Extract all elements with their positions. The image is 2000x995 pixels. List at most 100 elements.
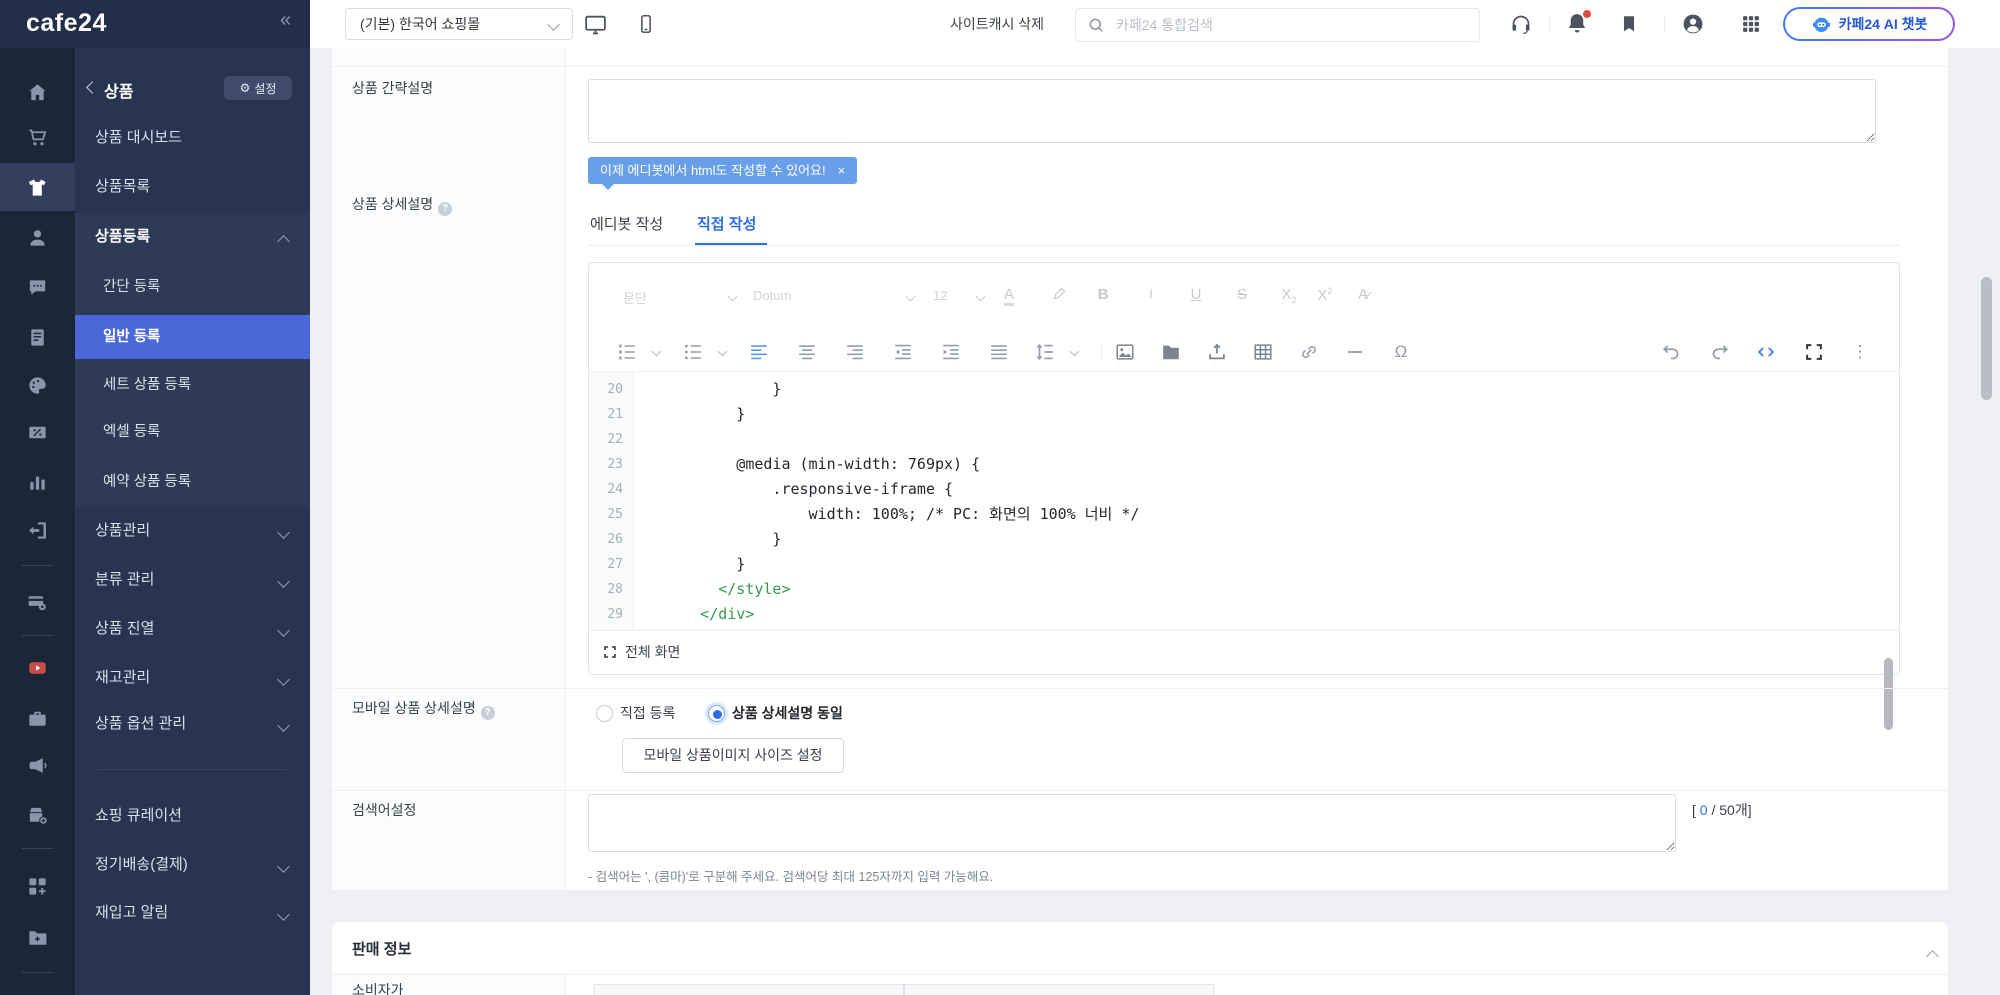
sidebar-item-product-option-management[interactable]: 상품 옵션 관리 [75, 702, 310, 746]
horizontal-rule-icon[interactable] [1344, 341, 1366, 363]
superscript-icon[interactable]: X2 [1317, 286, 1332, 304]
desktop-view-icon[interactable] [583, 12, 608, 37]
bold-icon[interactable]: B [1098, 286, 1109, 303]
underline-icon[interactable]: U [1191, 286, 1202, 303]
chevron-down-icon[interactable] [651, 346, 662, 357]
ai-chatbot-button[interactable]: 카페24 AI 챗봇 [1783, 7, 1955, 41]
back-chevron-icon[interactable] [86, 81, 99, 94]
justify-icon[interactable] [988, 341, 1010, 363]
product-settings-button[interactable]: ⚙ 설정 [224, 76, 292, 100]
sidebar-item-product-registration[interactable]: 상품등록 [75, 215, 310, 259]
insert-link-icon[interactable] [1298, 341, 1320, 363]
rail-products-icon[interactable] [0, 165, 75, 209]
sidebar-item-restock-notification[interactable]: 재입고 알림 [75, 891, 310, 935]
sidebar-item-product-management[interactable]: 상품관리 [75, 509, 310, 553]
file-folder-icon[interactable] [1160, 341, 1182, 363]
rail-home-icon[interactable] [0, 70, 75, 114]
code-view-icon[interactable] [1755, 341, 1777, 363]
sidebar-item-shopping-curation[interactable]: 쇼핑 큐레이션 [75, 794, 310, 838]
cafe24-logo[interactable]: cafe24 [26, 9, 107, 38]
font-size-dropdown[interactable]: 12 [933, 288, 947, 303]
highlight-pen-icon[interactable] [1051, 286, 1067, 306]
outdent-icon[interactable] [892, 341, 914, 363]
summary-description-textarea[interactable] [588, 79, 1876, 143]
sidebar-item-set-product-registration[interactable]: 세트 상품 등록 [75, 363, 310, 407]
sidebar-collapse-button[interactable]: « [280, 9, 291, 32]
font-color-icon[interactable]: A [1003, 286, 1015, 306]
italic-icon[interactable]: i [1149, 286, 1153, 303]
line-height-icon[interactable] [1034, 341, 1056, 363]
html-code-area[interactable]: 20 } 21 } 22 23 @media (min-width: 769px… [589, 371, 1899, 730]
indent-icon[interactable] [940, 341, 962, 363]
mall-selector-dropdown[interactable]: (기본) 한국어 쇼핑몰 [345, 8, 573, 40]
rail-messages-icon[interactable] [0, 265, 75, 309]
editor-fullscreen-button[interactable]: 전체 화면 [589, 629, 1899, 674]
rail-folder-add-icon[interactable] [0, 915, 75, 959]
rail-channel-exit-icon[interactable] [0, 508, 75, 552]
font-dropdown[interactable]: Dotum [753, 288, 791, 303]
mobile-view-icon[interactable] [635, 13, 657, 35]
rail-marketing-megaphone-icon[interactable] [0, 743, 75, 787]
chevron-down-icon[interactable] [717, 346, 728, 357]
radio-same-as-detail[interactable] [708, 705, 725, 722]
undo-icon[interactable] [1660, 341, 1682, 363]
page-scrollbar-thumb[interactable] [1981, 277, 1992, 400]
keyword-textarea[interactable] [588, 794, 1676, 852]
mobile-image-size-button[interactable]: 모바일 상품이미지 사이즈 설정 [622, 738, 844, 773]
account-avatar[interactable] [1680, 11, 1706, 37]
insert-image-icon[interactable] [1114, 341, 1136, 363]
strikethrough-icon[interactable]: S [1237, 286, 1247, 303]
radio-same-label[interactable]: 상품 상세설명 동일 [732, 704, 843, 723]
sidebar-item-reservation-product-registration[interactable]: 예약 상품 등록 [75, 460, 310, 504]
bookmark-icon[interactable] [1618, 13, 1640, 35]
radio-direct-registration[interactable] [596, 705, 613, 722]
site-cache-delete-button[interactable]: 사이트캐시 삭제 [950, 0, 1044, 48]
align-left-icon[interactable] [748, 341, 770, 363]
align-right-icon[interactable] [844, 341, 866, 363]
clear-format-icon[interactable]: A̷ [1358, 286, 1368, 303]
sidebar-item-simple-registration[interactable]: 간단 등록 [75, 265, 310, 309]
unordered-list-icon[interactable] [682, 341, 704, 363]
special-char-icon[interactable]: Ω [1390, 341, 1412, 363]
rail-design-palette-icon[interactable] [0, 363, 75, 407]
redo-icon[interactable] [1709, 341, 1731, 363]
rail-youtube-icon[interactable] [0, 645, 75, 689]
rail-payment-settings-icon[interactable] [0, 580, 75, 624]
rail-briefcase-icon[interactable] [0, 696, 75, 740]
tooltip-close-icon[interactable]: × [838, 157, 846, 184]
headset-icon[interactable] [1509, 12, 1533, 36]
rail-apps-add-icon[interactable] [0, 864, 75, 908]
rail-store-add-icon[interactable] [0, 793, 75, 837]
insert-table-icon[interactable] [1252, 341, 1274, 363]
sidebar-item-excel-registration[interactable]: 엑셀 등록 [75, 410, 310, 454]
help-icon[interactable]: ? [438, 202, 453, 216]
sidebar-item-product-display[interactable]: 상품 진열 [75, 607, 310, 651]
radio-direct-label[interactable]: 직접 등록 [620, 704, 675, 723]
more-options-icon[interactable]: ⋮ [1849, 341, 1871, 363]
rail-analytics-chart-icon[interactable] [0, 460, 75, 504]
sidebar-item-inventory-management[interactable]: 재고관리 [75, 656, 310, 700]
fullscreen-icon[interactable] [1803, 341, 1825, 363]
tab-editbot-write[interactable]: 에디봇 작성 [590, 210, 663, 240]
ordered-list-icon[interactable] [616, 341, 638, 363]
chevron-down-icon[interactable] [1069, 346, 1080, 357]
notifications-button[interactable] [1564, 10, 1592, 38]
sidebar-item-product-dashboard[interactable]: 상품 대시보드 [75, 116, 310, 160]
search-input[interactable] [1114, 12, 1458, 38]
sidebar-item-subscription-payment[interactable]: 정기배송(결제) [75, 843, 310, 887]
subscript-icon[interactable]: X2 [1281, 286, 1296, 305]
rail-orders-cart-icon[interactable] [0, 115, 75, 159]
help-icon[interactable]: ? [480, 706, 495, 720]
rail-board-icon[interactable] [0, 315, 75, 359]
rail-customers-icon[interactable] [0, 215, 75, 259]
paragraph-dropdown[interactable]: 문단 [623, 288, 647, 307]
align-center-icon[interactable] [796, 341, 818, 363]
upload-icon[interactable] [1206, 341, 1228, 363]
sidebar-item-general-registration[interactable]: 일반 등록 [75, 315, 310, 359]
global-search[interactable] [1075, 8, 1480, 42]
tab-direct-write[interactable]: 직접 작성 [697, 210, 756, 240]
collapse-section-chevron-icon[interactable] [1926, 950, 1939, 963]
rail-promotion-coupon-icon[interactable] [0, 410, 75, 454]
sidebar-item-product-list[interactable]: 상품목록 [75, 165, 310, 209]
sidebar-item-category-management[interactable]: 분류 관리 [75, 558, 310, 602]
